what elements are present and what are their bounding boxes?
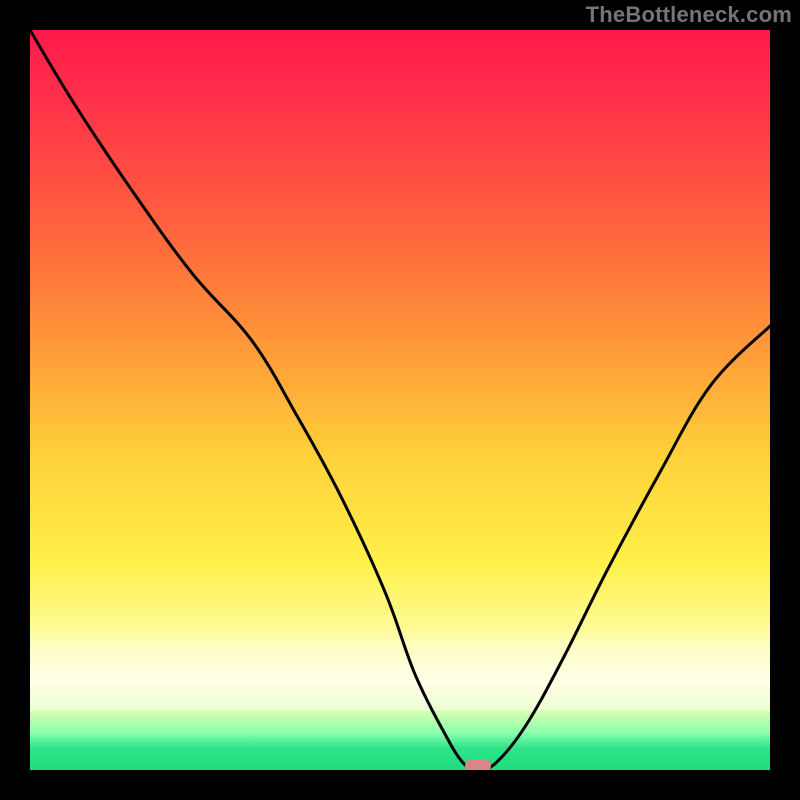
minimum-marker (465, 759, 491, 770)
watermark-text: TheBottleneck.com (586, 2, 792, 28)
plot-area (30, 30, 770, 770)
bottleneck-curve (30, 30, 770, 770)
chart-frame: TheBottleneck.com (0, 0, 800, 800)
